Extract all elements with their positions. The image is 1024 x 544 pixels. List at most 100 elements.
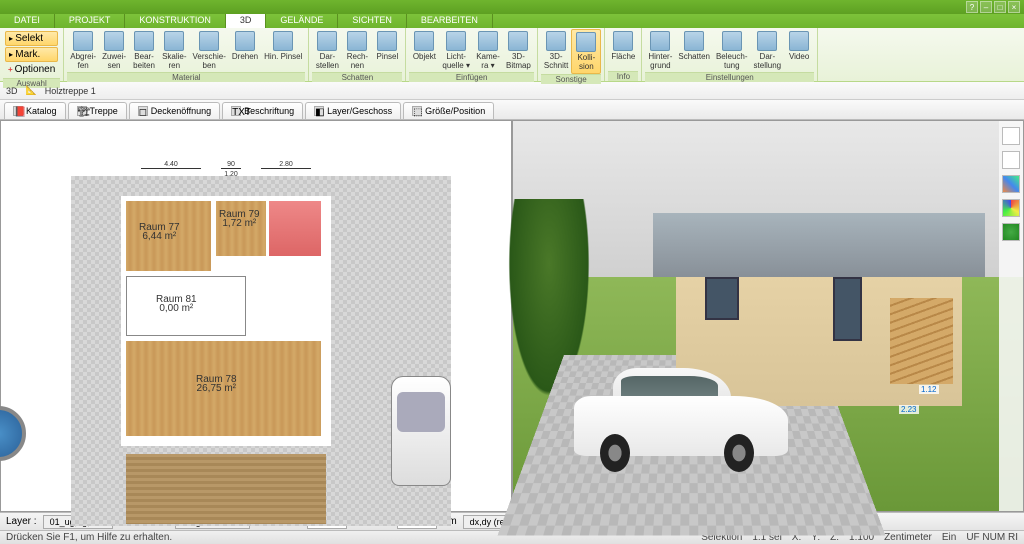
- tree-icon[interactable]: [1002, 223, 1020, 241]
- stair-3d[interactable]: [890, 298, 953, 384]
- tool-icon: [414, 31, 434, 51]
- tool-icon: [446, 31, 466, 51]
- ribbon-btn-dar-stellen[interactable]: Dar-stellen: [312, 29, 342, 72]
- group-label-einfuegen: Einfügen: [409, 72, 534, 82]
- menu-tab-3d[interactable]: 3D: [226, 14, 267, 28]
- dim-3d: 1.12: [919, 385, 939, 394]
- tool-icon: [576, 32, 596, 52]
- ribbon-btn-skalie-ren[interactable]: Skalie-ren: [159, 29, 189, 72]
- ribbon-btn-schatten[interactable]: Schatten: [675, 29, 713, 72]
- panel-tab-treppe[interactable]: 🏗Treppe: [68, 102, 127, 119]
- secondary-tabs: 📕Katalog🏗Treppe◻DeckenöffnungTXTBeschrif…: [0, 100, 1024, 120]
- building-outline: Raum 776,44 m² Raum 791,72 m² Raum 810,0…: [121, 196, 331, 446]
- panel-tab-layer-geschoss[interactable]: ◧Layer/Geschoss: [305, 102, 401, 119]
- ribbon: ▸ Selekt ▸ Mark. Optionen Auswahl Abgrei…: [0, 28, 1024, 82]
- floorplan-view[interactable]: Raum 776,44 m² Raum 791,72 m² Raum 810,0…: [0, 120, 512, 512]
- menu-tab-projekt[interactable]: PROJEKT: [55, 14, 126, 28]
- stair-icon: 📐: [26, 85, 37, 96]
- mark-button[interactable]: ▸ Mark.: [5, 47, 58, 62]
- dim-3d: 2.23: [899, 405, 919, 414]
- dimension: 4.40: [141, 161, 201, 169]
- ribbon-btn-kame-ra-[interactable]: Kame-ra ▾: [473, 29, 503, 72]
- texture-icon[interactable]: [1002, 175, 1020, 193]
- close-icon[interactable]: ×: [1008, 1, 1020, 13]
- group-label-schatten: Schatten: [312, 72, 402, 82]
- ribbon-btn-dar-stellung[interactable]: Dar-stellung: [751, 29, 785, 72]
- menu-tab-sichten[interactable]: SICHTEN: [338, 14, 407, 28]
- ribbon-btn-verschie-ben[interactable]: Verschie-ben: [190, 29, 229, 72]
- mode-label: 3D: [6, 86, 18, 96]
- ribbon-btn-rech-nen[interactable]: Rech-nen: [342, 29, 372, 72]
- tab-icon: ◧: [314, 106, 324, 116]
- tool-icon: [789, 31, 809, 51]
- minimize-icon[interactable]: –: [980, 1, 992, 13]
- tool-icon: [134, 31, 154, 51]
- tab-icon: ⬚: [412, 106, 422, 116]
- ribbon-btn-beleuch-tung[interactable]: Beleuch-tung: [713, 29, 751, 72]
- group-label-info: Info: [608, 71, 638, 81]
- ribbon-btn-bear-beiten[interactable]: Bear-beiten: [129, 29, 159, 72]
- car-3d[interactable]: [574, 363, 788, 472]
- ribbon-btn-pinsel[interactable]: Pinsel: [372, 29, 402, 72]
- tool-icon: [650, 31, 670, 51]
- ribbon-btn-abgrei-fen[interactable]: Abgrei-fen: [67, 29, 99, 72]
- dimension: 2.80: [261, 161, 311, 169]
- ribbon-btn-video[interactable]: Video: [784, 29, 814, 72]
- tool-icon: [235, 31, 255, 51]
- menu-tab-konstruktion[interactable]: KONSTRUKTION: [125, 14, 226, 28]
- optionen-button[interactable]: Optionen: [5, 63, 58, 76]
- status-numlock: UF NUM RI: [966, 532, 1018, 543]
- tool-icon: [722, 31, 742, 51]
- menu-tab-datei[interactable]: DATEI: [0, 14, 55, 28]
- selekt-button[interactable]: ▸ Selekt: [5, 31, 58, 46]
- ribbon-btn-zuwei-sen[interactable]: Zuwei-sen: [99, 29, 129, 72]
- ribbon-btn--d-bitmap[interactable]: 3D-Bitmap: [503, 29, 534, 72]
- tool-icon: [199, 31, 219, 51]
- menu-tab-bearbeiten[interactable]: BEARBEITEN: [407, 14, 493, 28]
- help-icon[interactable]: ?: [966, 1, 978, 13]
- ribbon-btn-objekt[interactable]: Objekt: [409, 29, 439, 72]
- status-unit: Zentimeter: [884, 532, 932, 543]
- tool-icon: [73, 31, 93, 51]
- tool-icon: [546, 31, 566, 51]
- 3d-view[interactable]: 2.23 1.12: [512, 120, 1024, 512]
- tool-icon: [164, 31, 184, 51]
- cube-icon[interactable]: [1002, 151, 1020, 169]
- dimension: 1.20: [216, 171, 246, 178]
- ribbon-btn-hinter-grund[interactable]: Hinter-grund: [645, 29, 675, 72]
- menu-tab-gelaende[interactable]: GELÄNDE: [266, 14, 338, 28]
- sub-toolbar: 3D 📐 Holztreppe 1: [0, 82, 1024, 100]
- panel-tab-gr-e-position[interactable]: ⬚Größe/Position: [403, 102, 494, 119]
- staircase[interactable]: [269, 201, 321, 256]
- terrace[interactable]: [126, 454, 326, 524]
- object-name[interactable]: Holztreppe 1: [45, 86, 96, 96]
- tool-icon: [347, 31, 367, 51]
- tool-icon: [273, 31, 293, 51]
- ribbon-btn-fl-che[interactable]: Fläche: [608, 29, 638, 71]
- tool-icon: [317, 31, 337, 51]
- group-label-einstellungen: Einstellungen: [645, 72, 814, 82]
- maximize-icon[interactable]: □: [994, 1, 1006, 13]
- dimension: 90: [221, 161, 241, 169]
- pool[interactable]: [0, 406, 26, 461]
- ribbon-btn--d-schnitt[interactable]: 3D-Schnitt: [541, 29, 571, 74]
- tab-icon: 📕: [13, 106, 23, 116]
- ribbon-btn-kolli-sion[interactable]: Kolli-sion: [571, 29, 601, 74]
- panel-tab-decken-ffnung[interactable]: ◻Deckenöffnung: [129, 102, 220, 119]
- tool-icon: [684, 31, 704, 51]
- car-2d[interactable]: [391, 376, 451, 486]
- status-ein: Ein: [942, 532, 956, 543]
- ribbon-btn-licht-quelle-[interactable]: Licht-quelle ▾: [439, 29, 473, 72]
- layers-icon[interactable]: [1002, 127, 1020, 145]
- layer-label: Layer :: [6, 516, 37, 527]
- tool-icon: [508, 31, 528, 51]
- palette-icon[interactable]: [1002, 199, 1020, 217]
- tab-icon: 🏗: [77, 106, 87, 116]
- workspace: Raum 776,44 m² Raum 791,72 m² Raum 810,0…: [0, 120, 1024, 512]
- panel-tab-katalog[interactable]: 📕Katalog: [4, 102, 66, 119]
- panel-tab-beschriftung[interactable]: TXTBeschriftung: [222, 102, 303, 119]
- tool-icon: [757, 31, 777, 51]
- tab-icon: ◻: [138, 106, 148, 116]
- ribbon-btn-hin-pinsel[interactable]: Hin. Pinsel: [261, 29, 305, 72]
- ribbon-btn-drehen[interactable]: Drehen: [229, 29, 261, 72]
